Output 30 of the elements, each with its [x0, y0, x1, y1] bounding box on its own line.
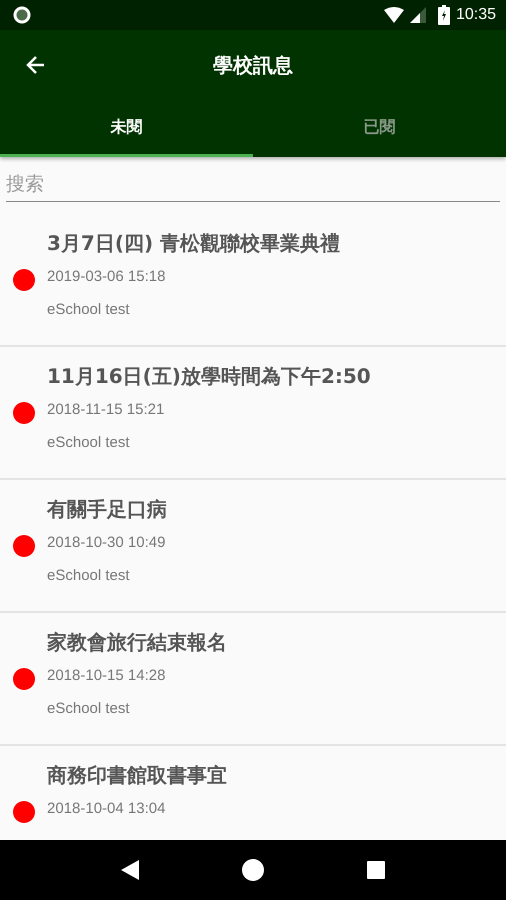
battery-icon	[438, 5, 450, 25]
status-time: 10:35	[456, 6, 496, 24]
tab[interactable]: 已閱	[253, 100, 506, 157]
message-sender: eSchool test	[47, 434, 131, 451]
wifi-icon	[384, 7, 404, 23]
message-title: 3月7日(四) 青松觀聯校畢業典禮	[47, 230, 340, 257]
message-date: 2018-10-04 13:04	[47, 800, 166, 817]
message-date: 2019-03-06 15:18	[47, 268, 166, 285]
circle-icon	[242, 859, 264, 881]
message-row[interactable]: 11月16日(五)放學時間為下午2:50 2018-11-15 15:21 eSchool test	[0, 347, 506, 480]
message-title: 商務印書館取書事宜	[47, 762, 227, 789]
triangle-icon	[121, 860, 140, 880]
square-icon	[366, 861, 385, 879]
tab[interactable]: 未閱	[0, 100, 253, 157]
notification-icon	[12, 5, 32, 25]
screen-title: 學校訊息	[212, 52, 294, 78]
message-title: 11月16日(五)放學時間為下午2:50	[47, 363, 371, 390]
message-sender: eSchool test	[47, 567, 131, 584]
message-row[interactable]: 有關手足口病 2018-10-30 10:49 eSchool test	[0, 480, 506, 613]
signal-icon	[410, 7, 426, 23]
message-sender: eSchool test	[47, 301, 131, 318]
message-date: 2018-11-15 15:21	[47, 401, 166, 418]
message-title: 有關手足口病	[47, 496, 167, 523]
message-date: 2018-10-30 10:49	[47, 534, 166, 551]
message-sender: eSchool test	[47, 700, 131, 717]
message-title: 家教會旅行結束報名	[47, 629, 227, 656]
message-date: 2018-10-15 14:28	[47, 667, 166, 684]
message-row[interactable]: 3月7日(四) 青松觀聯校畢業典禮 2019-03-06 15:18 eSchool test	[0, 214, 506, 347]
message-row[interactable]: 家教會旅行結束報名 2018-10-15 14:28 eSchool test	[0, 613, 506, 746]
search-field[interactable]: 搜索	[6, 169, 500, 202]
